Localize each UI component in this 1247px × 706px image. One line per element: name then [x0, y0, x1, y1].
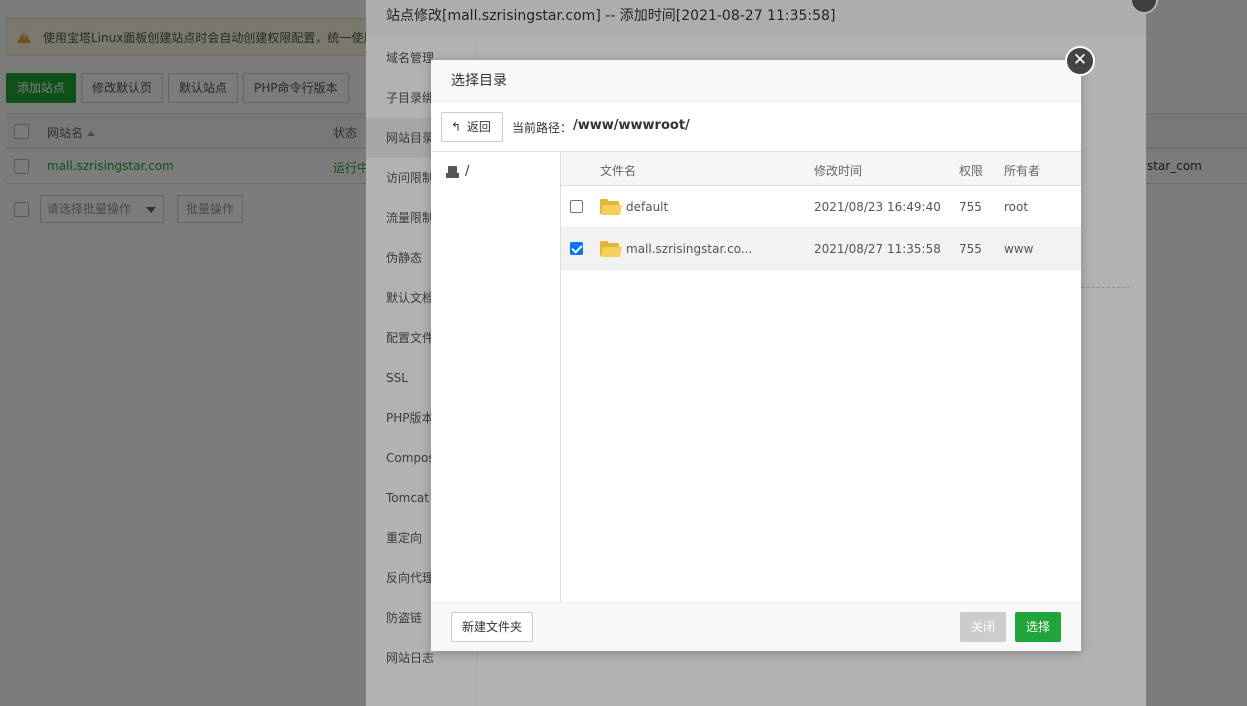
- hard-drive-icon: [446, 165, 459, 178]
- file-owner: root: [1004, 200, 1029, 214]
- select-button[interactable]: 选择: [1015, 612, 1061, 642]
- column-permission: 权限: [959, 164, 984, 178]
- close-icon[interactable]: ✕: [1065, 46, 1095, 76]
- file-owner: www: [1004, 242, 1034, 256]
- arrow-back-icon: ↰: [451, 120, 462, 134]
- tree-root-label: /: [465, 164, 470, 179]
- file-list: 文件名 修改时间 权限 所有者 default 2021/08/23 16:49…: [561, 152, 1081, 602]
- file-permission: 755: [959, 200, 982, 214]
- file-modified-time: 2021/08/23 16:49:40: [814, 200, 941, 214]
- column-owner: 所有者: [1004, 164, 1041, 178]
- back-button[interactable]: ↰ 返回: [441, 112, 503, 142]
- file-list-header: 文件名 修改时间 权限 所有者: [561, 152, 1081, 186]
- dialog-title: 选择目录: [431, 60, 1081, 102]
- file-checkbox[interactable]: [570, 200, 583, 213]
- current-path-label: 当前路径：: [512, 121, 573, 135]
- file-modified-time: 2021/08/27 11:35:58: [814, 242, 941, 256]
- file-row[interactable]: mall.szrisingstar.co... 2021/08/27 11:35…: [561, 228, 1081, 270]
- select-directory-dialog: 选择目录 ✕ ↰ 返回 当前路径： /www/wwwroot/ / 文件名 修改…: [431, 46, 1095, 651]
- folder-icon: [600, 241, 623, 257]
- directory-tree: /: [431, 152, 561, 602]
- column-filename: 文件名: [600, 164, 637, 178]
- tree-root-item[interactable]: /: [446, 164, 469, 179]
- file-checkbox[interactable]: [570, 242, 583, 255]
- file-row[interactable]: default 2021/08/23 16:49:40 755 root: [561, 186, 1081, 228]
- new-folder-button[interactable]: 新建文件夹: [451, 612, 533, 642]
- back-label: 返回: [466, 120, 491, 134]
- path-bar: ↰ 返回 当前路径： /www/wwwroot/: [431, 102, 1081, 152]
- column-modified-time: 修改时间: [814, 164, 863, 178]
- current-path-value: /www/wwwroot/: [573, 118, 690, 133]
- folder-icon: [600, 199, 623, 215]
- close-button[interactable]: 关闭: [960, 612, 1006, 642]
- file-permission: 755: [959, 242, 982, 256]
- dialog-footer: 新建文件夹 关闭 选择: [431, 602, 1081, 651]
- file-name[interactable]: default: [626, 200, 668, 214]
- file-name[interactable]: mall.szrisingstar.co...: [626, 242, 752, 256]
